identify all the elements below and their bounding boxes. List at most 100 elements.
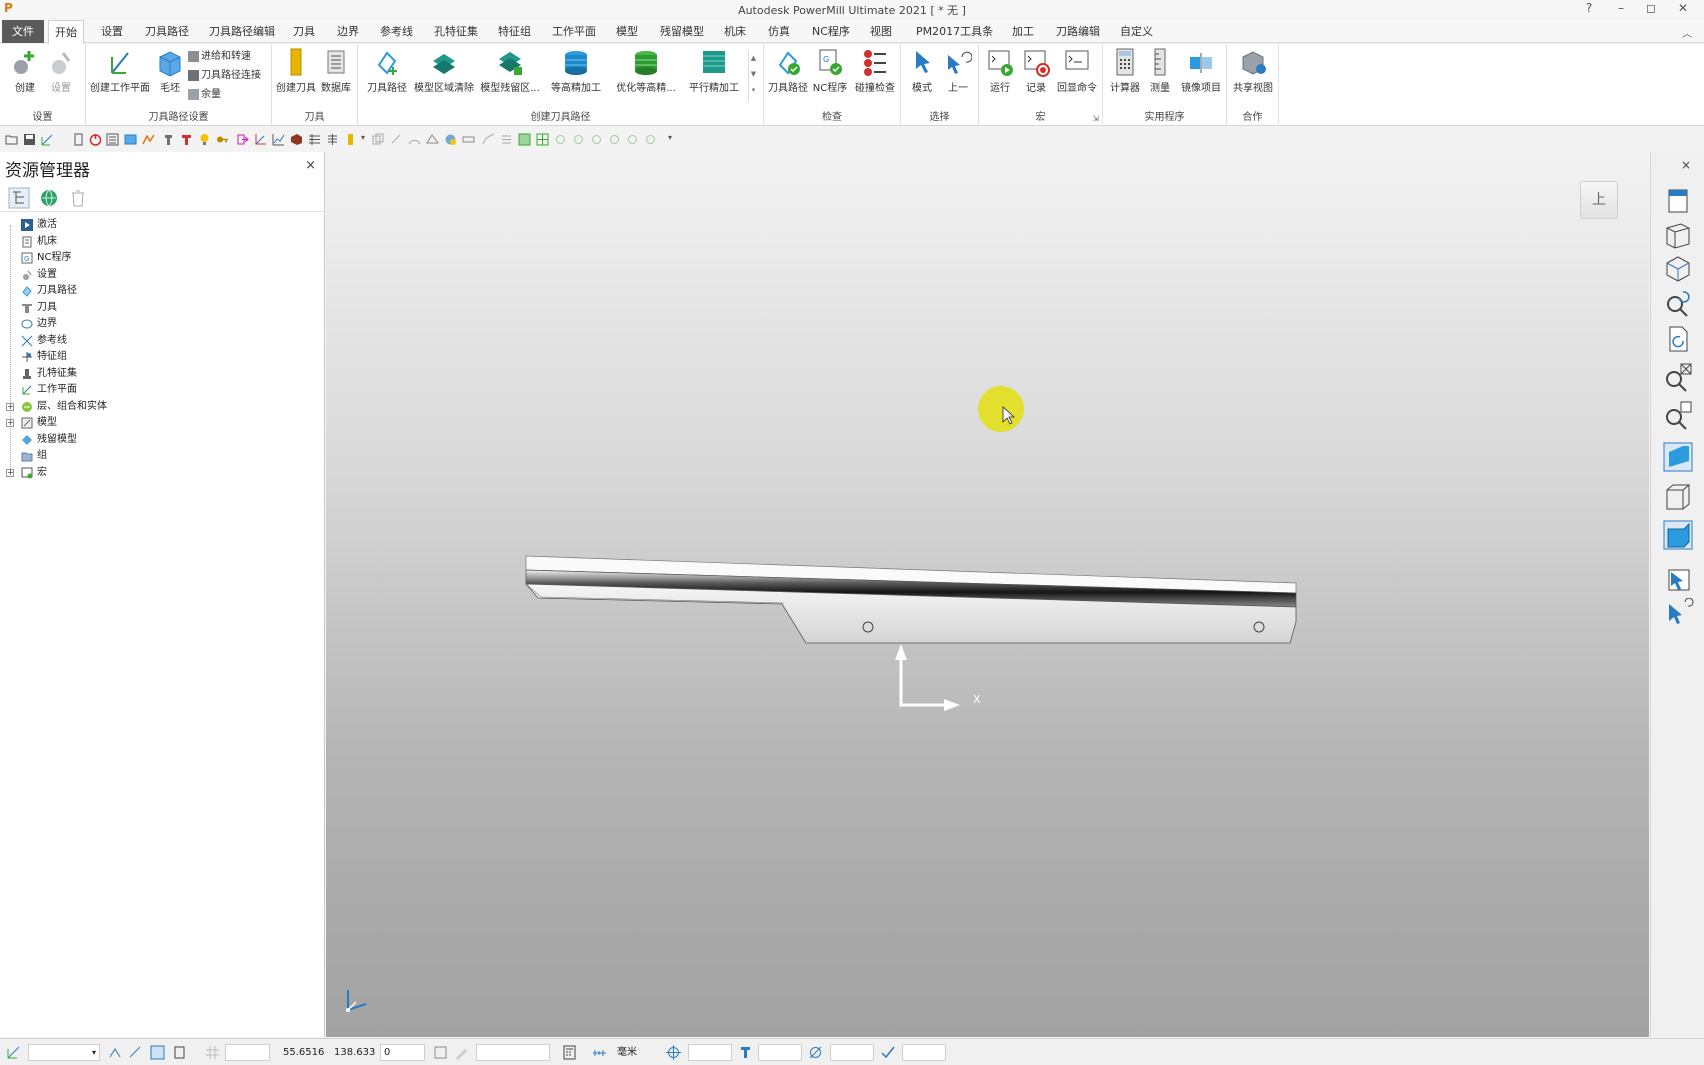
dropdown-arrow-icon[interactable]: ▾ bbox=[361, 133, 365, 142]
bulb-icon[interactable] bbox=[198, 133, 211, 146]
sim-6-icon[interactable] bbox=[644, 133, 657, 146]
expand-icon[interactable]: + bbox=[6, 402, 14, 411]
power-icon[interactable] bbox=[89, 133, 102, 146]
record-macro-button[interactable]: 记录 bbox=[1019, 47, 1053, 94]
sim-4-icon[interactable] bbox=[608, 133, 621, 146]
stock-quick-icon[interactable] bbox=[290, 133, 303, 146]
tab-tool[interactable]: 刀具 bbox=[287, 20, 321, 43]
green-grid-icon[interactable] bbox=[536, 133, 549, 146]
create-workplane-button[interactable]: 创建工作平面 bbox=[88, 47, 152, 94]
crosshair-icon[interactable] bbox=[666, 1045, 681, 1060]
tab-setup[interactable]: 设置 bbox=[95, 20, 129, 43]
create-button[interactable]: 创建 bbox=[8, 47, 42, 94]
measure-button[interactable]: 测量 bbox=[1145, 47, 1175, 94]
view-from-top-icon[interactable] bbox=[1661, 186, 1695, 216]
workplane-status-icon[interactable] bbox=[6, 1045, 21, 1060]
tab-nc-programs[interactable]: NC程序 bbox=[806, 20, 856, 43]
layers-status-icon[interactable] bbox=[172, 1045, 187, 1060]
tool-yellow-quick-icon[interactable] bbox=[344, 133, 357, 146]
diameter-field[interactable] bbox=[830, 1044, 874, 1061]
sim-3-icon[interactable] bbox=[590, 133, 603, 146]
nc-quick-icon[interactable] bbox=[72, 133, 85, 146]
iso-view-icon[interactable] bbox=[1661, 220, 1695, 250]
nc-program-check-button[interactable]: G NC程序 bbox=[810, 47, 850, 94]
model-rest-area-button[interactable]: 模型残留区... bbox=[480, 47, 540, 94]
thickness-button[interactable]: 余量 bbox=[188, 87, 221, 102]
iso-view-2-icon[interactable] bbox=[1661, 254, 1695, 284]
workplane-select[interactable]: ▾ bbox=[28, 1044, 100, 1061]
copy-icon[interactable] bbox=[372, 133, 385, 146]
table-icon[interactable] bbox=[308, 133, 321, 146]
zoom-extents-icon[interactable] bbox=[1661, 362, 1695, 392]
sphere-icon[interactable] bbox=[444, 133, 457, 146]
workplane-quick-icon[interactable] bbox=[41, 133, 54, 146]
tab-model[interactable]: 模型 bbox=[610, 20, 644, 43]
constant-z-finishing-button[interactable]: 等高精加工 bbox=[548, 47, 604, 94]
save-icon[interactable] bbox=[23, 133, 36, 146]
graph-icon[interactable] bbox=[272, 133, 285, 146]
zoom-box-icon[interactable] bbox=[1661, 400, 1695, 430]
tab-pm2017-toolbar[interactable]: PM2017工具条 bbox=[910, 20, 999, 43]
expand-icon[interactable]: + bbox=[6, 468, 14, 477]
sim-2-icon[interactable] bbox=[572, 133, 585, 146]
ruler-icon[interactable] bbox=[592, 1045, 607, 1060]
tool-holder-quick-icon[interactable] bbox=[180, 133, 193, 146]
tool-field[interactable] bbox=[758, 1044, 802, 1061]
tab-toolpaths[interactable]: 刀具路径 bbox=[139, 20, 195, 43]
previous-selection-button[interactable]: 上一 bbox=[941, 47, 975, 94]
tab-home[interactable]: 开始 bbox=[48, 20, 84, 44]
tree-view-icon[interactable] bbox=[8, 187, 30, 209]
refresh-page-icon[interactable] bbox=[1661, 324, 1695, 354]
tool-quick-icon[interactable] bbox=[162, 133, 175, 146]
create-tool-button[interactable]: 创建刀具 bbox=[276, 47, 316, 94]
globe-icon[interactable] bbox=[38, 187, 60, 209]
share-view-button[interactable]: 共享视图 bbox=[1231, 47, 1275, 94]
stack-icon[interactable] bbox=[326, 133, 339, 146]
collapse-ribbon-icon[interactable]: ︿ bbox=[1682, 25, 1692, 40]
tab-boundary[interactable]: 边界 bbox=[331, 20, 365, 43]
arc-icon[interactable] bbox=[408, 133, 421, 146]
customize-quick-access-icon[interactable]: ▾ bbox=[668, 133, 672, 142]
measure-quick-icon[interactable] bbox=[462, 133, 475, 146]
curve-icon[interactable] bbox=[482, 133, 495, 146]
database-button[interactable]: 数据库 bbox=[318, 47, 354, 94]
optimized-constant-z-button[interactable]: 优化等高精... bbox=[614, 47, 678, 94]
tab-hole-features[interactable]: 孔特征集 bbox=[428, 20, 484, 43]
tab-customize[interactable]: 自定义 bbox=[1114, 20, 1159, 43]
maximize-button[interactable]: ◻ bbox=[1636, 0, 1666, 18]
explorer-close-button[interactable]: × bbox=[305, 158, 316, 173]
collision-check-button[interactable]: 碰撞检查 bbox=[854, 47, 896, 94]
shaded-view-icon[interactable] bbox=[1661, 442, 1695, 472]
pencil-disabled-icon[interactable] bbox=[454, 1045, 469, 1060]
import-icon[interactable] bbox=[236, 133, 249, 146]
feeds-speeds-button[interactable]: 进给和转速 bbox=[188, 49, 251, 64]
check-status-icon[interactable] bbox=[880, 1045, 895, 1060]
snap-2-icon[interactable] bbox=[128, 1045, 143, 1060]
tab-machining[interactable]: 加工 bbox=[1006, 20, 1040, 43]
verify-toolpath-button[interactable]: 刀具路径 bbox=[768, 47, 808, 94]
tab-machine[interactable]: 机床 bbox=[718, 20, 752, 43]
part-model[interactable] bbox=[525, 555, 1297, 644]
link-icon[interactable] bbox=[390, 133, 403, 146]
tab-file[interactable]: 文件 bbox=[2, 20, 44, 43]
minimize-button[interactable]: – bbox=[1606, 0, 1636, 18]
zoom-rotate-icon[interactable] bbox=[1661, 288, 1695, 318]
calculator-button[interactable]: 计算器 bbox=[1107, 47, 1143, 94]
tab-path-edit[interactable]: 刀路编辑 bbox=[1050, 20, 1106, 43]
trash-icon[interactable] bbox=[67, 187, 89, 209]
grid-field[interactable] bbox=[225, 1044, 270, 1061]
surface-icon[interactable] bbox=[426, 133, 439, 146]
view-toolbar-close-button[interactable]: × bbox=[1681, 158, 1691, 172]
tab-workplane[interactable]: 工作平面 bbox=[546, 20, 602, 43]
wireframe-view-icon[interactable] bbox=[1661, 482, 1695, 512]
parallel-finishing-button[interactable]: 平行精加工 bbox=[684, 47, 744, 94]
open-icon[interactable] bbox=[5, 133, 18, 146]
grid-toggle-icon[interactable] bbox=[150, 1045, 165, 1060]
snap-icon[interactable] bbox=[108, 1045, 123, 1060]
grid-icon[interactable] bbox=[205, 1045, 220, 1060]
block-button[interactable]: 毛坯 bbox=[154, 47, 186, 94]
key-icon[interactable] bbox=[216, 133, 229, 146]
tab-pattern[interactable]: 参考线 bbox=[374, 20, 419, 43]
shaded-wireframe-view-icon[interactable] bbox=[1661, 520, 1695, 550]
feeds-quick-icon[interactable] bbox=[142, 133, 155, 146]
